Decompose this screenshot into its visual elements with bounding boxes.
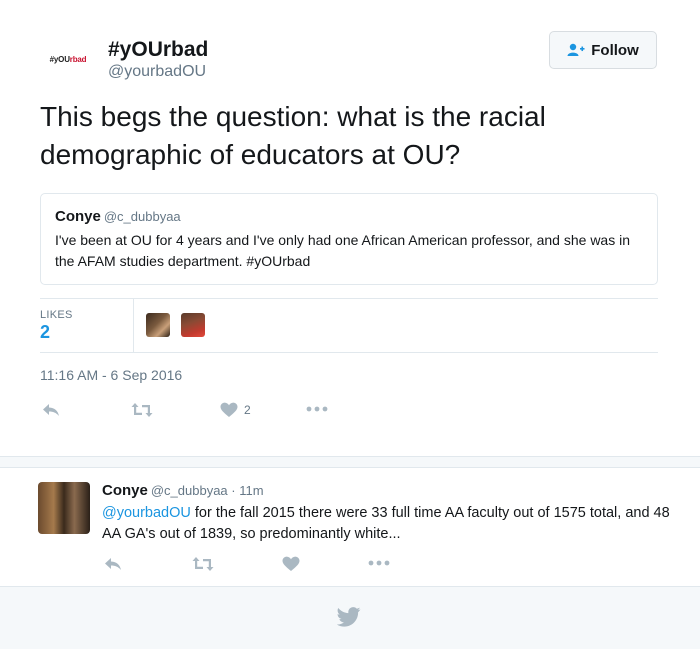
reply-icon bbox=[43, 404, 59, 416]
reply-reply-button[interactable] bbox=[104, 556, 122, 572]
quote-header: Conye @c_dubbyaa bbox=[55, 208, 643, 226]
reply-button[interactable] bbox=[42, 402, 60, 418]
reply-header: Conye @c_dubbyaa · 11m bbox=[102, 482, 264, 499]
like-icon bbox=[220, 402, 238, 417]
liker-avatar[interactable] bbox=[181, 313, 205, 337]
follow-label: Follow bbox=[591, 41, 639, 59]
more-icon bbox=[306, 406, 328, 412]
reply-like-button[interactable] bbox=[282, 556, 300, 572]
reply-mention-link[interactable]: @yourbadOU bbox=[102, 505, 191, 521]
retweet-icon bbox=[192, 557, 214, 571]
reply-retweet-button[interactable] bbox=[192, 556, 214, 572]
retweet-icon bbox=[131, 403, 153, 417]
main-tweet: #yOUrbad #yOUrbad @yourbadOU Follow This… bbox=[0, 0, 700, 456]
section-separator bbox=[0, 456, 700, 468]
like-count: 2 bbox=[244, 403, 251, 417]
reply-tweet[interactable]: Conye @c_dubbyaa · 11m @yourbadOU for the… bbox=[0, 468, 700, 586]
avatar-logo: #yOUrbad bbox=[49, 54, 87, 64]
quote-text: I've been at OU for 4 years and I've onl… bbox=[55, 232, 631, 269]
more-icon bbox=[368, 560, 390, 566]
quoted-tweet[interactable]: Conye @c_dubbyaa I've been at OU for 4 ye… bbox=[40, 193, 658, 285]
author-handle[interactable]: @yourbadOU bbox=[108, 63, 206, 81]
author-name[interactable]: #yOUrbad bbox=[108, 38, 208, 62]
reply-more-button[interactable] bbox=[368, 558, 390, 568]
follow-person-icon bbox=[567, 43, 585, 56]
liker-avatar[interactable] bbox=[146, 313, 170, 337]
quote-author-name: Conye bbox=[55, 208, 101, 225]
reply-text: @yourbadOU for the fall 2015 there were … bbox=[102, 503, 682, 545]
like-icon bbox=[282, 556, 300, 571]
reply-handle-time[interactable]: @c_dubbyaa · 11m bbox=[151, 483, 264, 498]
tweet-text: This begs the question: what is the raci… bbox=[40, 101, 546, 170]
stats-divider bbox=[133, 299, 134, 352]
retweet-button[interactable] bbox=[131, 402, 153, 418]
tweet-stats: LIKES 2 bbox=[40, 298, 658, 353]
follow-button[interactable]: Follow bbox=[549, 31, 657, 69]
like-button[interactable]: 2 bbox=[220, 402, 251, 418]
reply-author-avatar[interactable] bbox=[38, 482, 90, 534]
likes-label: LIKES bbox=[40, 309, 73, 321]
quote-author-handle: @c_dubbyaa bbox=[103, 209, 181, 224]
author-avatar[interactable]: #yOUrbad bbox=[38, 44, 98, 74]
reply-icon bbox=[105, 558, 121, 570]
more-button[interactable] bbox=[306, 404, 328, 414]
twitter-bird-icon[interactable] bbox=[337, 607, 361, 627]
reply-author-name[interactable]: Conye bbox=[102, 482, 148, 499]
tweet-timestamp[interactable]: 11:16 AM - 6 Sep 2016 bbox=[40, 367, 182, 383]
embed-footer bbox=[0, 586, 700, 649]
likes-count[interactable]: 2 bbox=[40, 322, 50, 343]
